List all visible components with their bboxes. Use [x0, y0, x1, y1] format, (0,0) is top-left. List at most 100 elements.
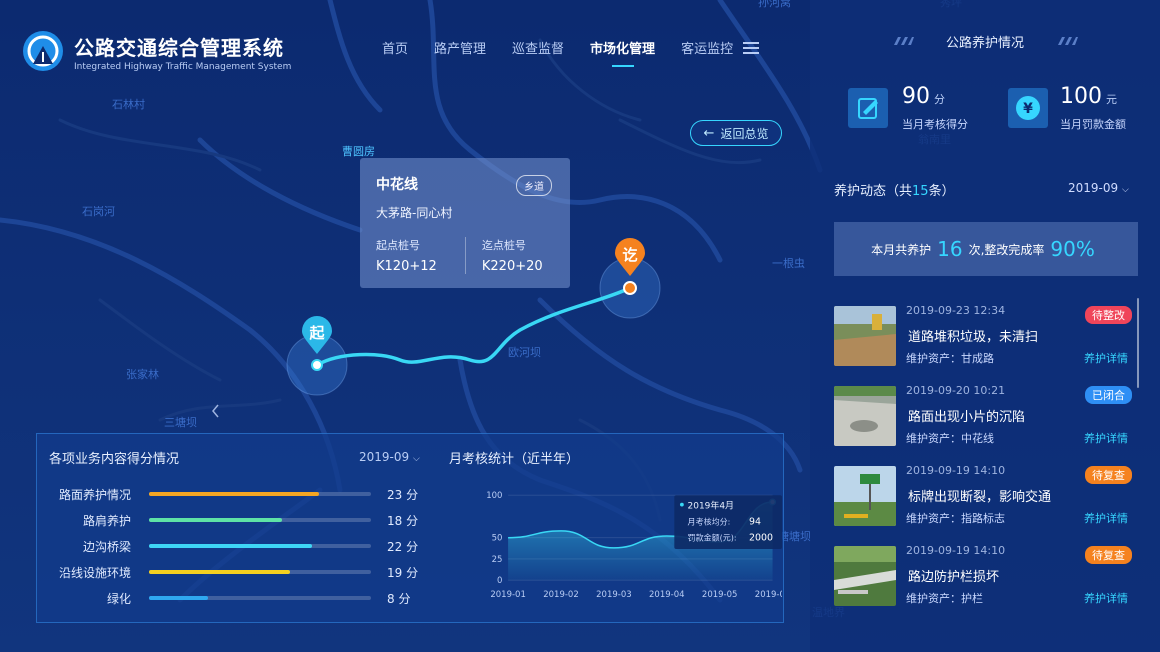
chart-tooltip: 2019年4月 月考核均分: 94 罚款金额(元): 2000 — [674, 495, 782, 550]
place-label: 张家林 — [126, 367, 159, 381]
back-to-overview-button[interactable]: ← 返回总览 — [690, 120, 782, 146]
route-start-point[interactable] — [311, 359, 323, 371]
score-value: 22 分 — [387, 540, 419, 554]
maintenance-summary: 本月共养护 16 次,整改完成率 90% — [834, 222, 1138, 276]
start-stake-value: K120+12 — [376, 259, 437, 274]
tooltip-fine-label: 罚款金额(元): — [688, 533, 737, 543]
event-title: 路面出现小片的沉陷 — [908, 410, 1026, 425]
score-fill — [149, 544, 312, 548]
route-end-point[interactable] — [623, 281, 637, 295]
y-tick-label: 0 — [497, 576, 502, 586]
score-date-value: 2019-09 — [359, 450, 410, 464]
place-label: 石林村 — [112, 97, 145, 111]
menu-icon[interactable] — [743, 41, 760, 54]
maintenance-list: 2019-09-23 12:34 待整改 道路堆积垃圾，未清扫 维护资产：甘成路… — [834, 298, 1138, 618]
feed-date-select[interactable]: 2019-09 ⌵ — [1068, 181, 1129, 195]
place-label: 三塘坝 — [164, 415, 197, 429]
place-label: 石岗河 — [82, 205, 115, 218]
arrow-left-icon: ← — [703, 125, 715, 141]
score-list: 路面养护情况 23 分 路肩养护 18 分 边沟桥梁 22 分 沿线设施环境 1… — [37, 484, 437, 614]
maintenance-count: 16 — [937, 237, 963, 261]
bottom-stats-panel: 各项业务内容得分情况 2019-09 ⌵ 路面养护情况 23 分 路肩养护 18… — [36, 433, 784, 623]
right-panel: 公路养护情况 90 分 当月考核得分 ¥ 100 元 当月罚款金额 养护动态（共15… — [810, 0, 1160, 652]
score-row: 路面养护情况 23 分 — [37, 484, 437, 510]
score-label: 路肩养护 — [82, 514, 131, 528]
nav-item-home[interactable]: 首页 — [382, 38, 408, 57]
score-fill — [149, 518, 283, 522]
event-photo — [834, 466, 896, 526]
end-stake: 迄点桩号 K220+20 — [464, 237, 554, 274]
event-time: 2019-09-19 14:10 — [906, 464, 1006, 477]
y-tick-label: 50 — [492, 534, 503, 544]
score-value: 18 分 — [387, 514, 419, 528]
event-time: 2019-09-20 10:21 — [906, 384, 1006, 397]
start-pin[interactable]: 起 — [300, 316, 334, 356]
chart-y-ticks: 0 25 50 100 — [486, 491, 502, 586]
detail-link[interactable]: 养护详情 — [1084, 510, 1128, 526]
detail-link[interactable]: 养护详情 — [1084, 430, 1128, 446]
nav-item-market[interactable]: 市场化管理 — [590, 38, 655, 67]
score-track — [149, 596, 371, 600]
score-track — [149, 518, 371, 522]
list-item[interactable]: 2019-09-19 14:10 待复查 路边防护栏损坏 维护资产：护栏 养护详… — [834, 538, 1138, 618]
rectify-rate: 90% — [1050, 237, 1095, 261]
monthly-area-chart[interactable]: 02550100 2019-01 2019-02 2019-03 2019-04 201… — [442, 482, 782, 617]
monthly-score-unit: 分 — [934, 93, 945, 106]
nav-item-assets[interactable]: 路产管理 — [434, 38, 486, 57]
end-stake-label: 迄点桩号 — [481, 239, 526, 252]
score-row: 沿线设施环境 19 分 — [37, 562, 437, 588]
start-stake-label: 起点桩号 — [376, 239, 420, 252]
feed-count: 15 — [912, 184, 929, 199]
list-item[interactable]: 2019-09-20 10:21 已闭合 路面出现小片的沉陷 维护资产：中花线 … — [834, 378, 1138, 458]
event-photo — [834, 386, 896, 446]
monthly-score-stat: 90 分 — [902, 84, 945, 109]
score-edit-icon — [848, 88, 888, 128]
monthly-fine-stat: 100 元 — [1060, 84, 1117, 109]
event-asset: 维护资产：中花线 — [906, 432, 994, 445]
detail-link[interactable]: 养护详情 — [1084, 590, 1128, 606]
score-track — [149, 570, 371, 574]
y-tick-label: 25 — [492, 555, 503, 565]
end-pin-label: 讫 — [622, 246, 638, 264]
chevron-down-icon: ⌵ — [412, 454, 420, 464]
monthly-chart-title: 月考核统计（近半年） — [449, 452, 580, 467]
score-label: 沿线设施环境 — [58, 566, 131, 580]
list-item[interactable]: 2019-09-19 14:10 待复查 标牌出现断裂，影响交通 维护资产：指路… — [834, 458, 1138, 538]
route-info-card: 中花线 乡道 大茅路-同心村 起点桩号 K120+12 迄点桩号 K220+20 — [360, 158, 570, 288]
score-track — [149, 492, 371, 496]
monthly-fine-value: 100 — [1060, 84, 1102, 109]
score-value: 23 分 — [387, 488, 419, 502]
monthly-score-value: 90 — [902, 84, 930, 109]
route-span: 大茅路-同心村 — [376, 206, 453, 220]
nav-item-inspection[interactable]: 巡查监督 — [512, 38, 564, 57]
event-time: 2019-09-19 14:10 — [906, 544, 1006, 557]
x-tick-label: 2019-03 — [596, 590, 632, 600]
score-panel-title: 各项业务内容得分情况 — [49, 452, 180, 467]
tooltip-fine-value: 2000 — [749, 533, 773, 544]
score-row: 路肩养护 18 分 — [37, 510, 437, 536]
list-item[interactable]: 2019-09-23 12:34 待整改 道路堆积垃圾，未清扫 维护资产：甘成路… — [834, 298, 1138, 378]
tooltip-month: 2019年4月 — [688, 499, 734, 511]
back-button-label: 返回总览 — [720, 126, 769, 141]
detail-link[interactable]: 养护详情 — [1084, 350, 1128, 366]
score-fill — [149, 492, 320, 496]
y-tick-label: 100 — [486, 491, 502, 501]
main-nav: 首页 路产管理 巡查监督 市场化管理 客运监控 — [382, 38, 760, 67]
monthly-fine-unit: 元 — [1106, 93, 1117, 106]
end-pin[interactable]: 讫 — [613, 238, 647, 278]
monthly-score-label: 当月考核得分 — [902, 118, 968, 131]
list-scrollbar[interactable] — [1137, 298, 1139, 388]
score-date-select[interactable]: 2019-09 ⌵ — [359, 450, 420, 464]
score-label: 绿化 — [106, 592, 131, 606]
nav-item-passenger[interactable]: 客运监控 — [681, 38, 733, 57]
monthly-fine-label: 当月罚款金额 — [1060, 118, 1126, 131]
event-asset: 维护资产：甘成路 — [906, 352, 994, 365]
tooltip-score-label: 月考核均分: — [688, 516, 731, 526]
system-subtitle: Integrated Highway Traffic Management Sy… — [74, 62, 292, 72]
x-tick-label: 2019-02 — [543, 590, 579, 600]
event-photo — [834, 306, 896, 366]
yuan-icon: ¥ — [1008, 88, 1048, 128]
place-label: 一根虫 — [772, 256, 805, 270]
score-fill — [149, 596, 209, 600]
x-tick-label: 2019-05 — [702, 590, 738, 600]
